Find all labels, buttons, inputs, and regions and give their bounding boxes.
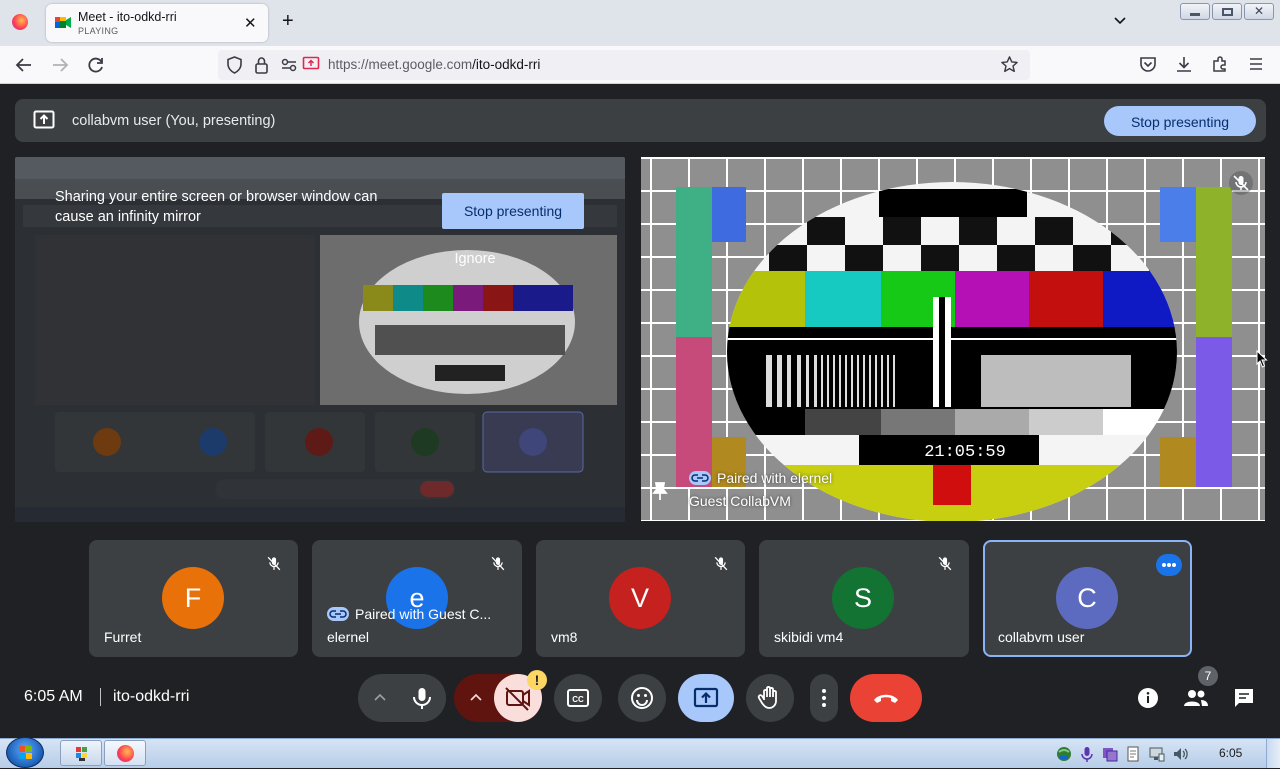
avatar: S xyxy=(832,567,894,629)
paired-link-icon xyxy=(327,607,349,621)
pocket-icon[interactable] xyxy=(1139,56,1157,73)
list-tabs-chevron-icon[interactable] xyxy=(1112,12,1128,28)
mirror-stop-presenting-button[interactable]: Stop presenting xyxy=(442,193,584,229)
camera-warning-icon: ! xyxy=(527,670,547,690)
tray-document-icon[interactable] xyxy=(1124,745,1142,763)
firefox-icon[interactable] xyxy=(12,14,28,30)
mouse-cursor-icon xyxy=(1256,350,1268,368)
lock-icon[interactable] xyxy=(254,56,269,74)
participant-tile-vm8[interactable]: V vm8 xyxy=(536,540,745,657)
presenter-video-tile: 21:05:59 Paired with elernel Guest Colla… xyxy=(641,157,1265,521)
participant-tile-collabvm-user[interactable]: C collabvm user xyxy=(983,540,1192,657)
show-desktop-button[interactable] xyxy=(1266,739,1280,768)
mirror-ignore-button[interactable]: Ignore xyxy=(435,247,515,271)
captions-button[interactable]: CC xyxy=(554,674,602,722)
tracking-shield-icon[interactable] xyxy=(226,56,243,74)
back-arrow-icon[interactable] xyxy=(14,55,34,75)
url-path: /ito-odkd-rri xyxy=(472,57,541,72)
participant-name: Furret xyxy=(104,629,142,645)
infinity-mirror-warning: Sharing your entire screen or browser wi… xyxy=(55,189,378,225)
tray-app-icon[interactable] xyxy=(1101,745,1119,763)
emoji-reactions-button[interactable] xyxy=(618,674,666,722)
more-options-dots-icon[interactable] xyxy=(1156,554,1182,576)
meet-favicon-icon xyxy=(55,15,72,30)
forward-arrow-icon[interactable] xyxy=(50,55,70,75)
presenter-paired-text: Paired with elernel xyxy=(717,470,833,486)
people-icon[interactable] xyxy=(1183,686,1209,710)
participant-tile-furret[interactable]: F Furret xyxy=(89,540,298,657)
meeting-time: 6:05 AM xyxy=(24,688,83,705)
start-button[interactable] xyxy=(6,737,44,768)
avatar: C xyxy=(1056,567,1118,629)
svg-text:CC: CC xyxy=(572,695,584,704)
taskbar-firefox-button[interactable] xyxy=(104,740,146,766)
mic-off-icon xyxy=(264,554,284,574)
permissions-icon[interactable] xyxy=(281,58,297,72)
url-text: https://meet.google.com/ito-odkd-rri xyxy=(328,57,540,72)
participant-name: collabvm user xyxy=(998,629,1085,645)
taskbar-app-colorful-icon[interactable] xyxy=(60,740,102,766)
menu-hamburger-icon[interactable] xyxy=(1248,57,1264,71)
microphone-button[interactable] xyxy=(398,674,446,722)
raise-hand-button[interactable] xyxy=(746,674,794,722)
avatar: V xyxy=(609,567,671,629)
presenter-mic-off-icon xyxy=(1229,171,1253,195)
self-screen-share-tile: Sharing your entire screen or browser wi… xyxy=(15,157,625,522)
meeting-details-info-icon[interactable] xyxy=(1136,686,1160,710)
window-restore-button[interactable] xyxy=(1212,3,1242,20)
window-close-button[interactable]: ✕ xyxy=(1244,3,1274,20)
test-card-clock: 21:05:59 xyxy=(924,443,1006,462)
tray-network-icon[interactable] xyxy=(1148,745,1166,763)
downloads-icon[interactable] xyxy=(1175,55,1193,73)
participant-name: skibidi vm4 xyxy=(774,629,844,645)
avatar: F xyxy=(162,567,224,629)
reload-icon[interactable] xyxy=(86,55,106,75)
chat-icon[interactable] xyxy=(1233,687,1255,709)
screen-sharing-icon[interactable] xyxy=(302,56,320,72)
participant-tile-skibidi-vm4[interactable]: S skibidi vm4 xyxy=(759,540,969,657)
meeting-code: ito-odkd-rri xyxy=(113,688,190,705)
mic-off-icon xyxy=(711,554,731,574)
mic-off-icon xyxy=(935,554,955,574)
leave-call-button[interactable] xyxy=(850,674,922,722)
participant-tile-elernel[interactable]: e Paired with Guest C... elernel xyxy=(312,540,522,657)
new-tab-button[interactable]: + xyxy=(282,10,294,33)
audio-settings-chevron-icon[interactable] xyxy=(372,690,388,706)
tray-network-globe-icon[interactable] xyxy=(1055,745,1073,763)
pin-icon[interactable] xyxy=(651,481,669,501)
stop-presenting-button[interactable]: Stop presenting xyxy=(1104,106,1256,136)
participant-name: vm8 xyxy=(551,629,578,645)
video-settings-chevron-icon[interactable] xyxy=(468,690,484,706)
paired-link-icon xyxy=(689,471,711,485)
tray-volume-icon[interactable] xyxy=(1172,745,1190,763)
url-host: https://meet.google.com xyxy=(328,57,473,72)
test-card-video: 21:05:59 xyxy=(641,157,1265,521)
tab-title: Meet - ito-odkd-rri xyxy=(78,10,177,24)
tab-playing-status: PLAYING xyxy=(78,26,119,36)
present-now-button[interactable] xyxy=(678,674,734,722)
more-options-button[interactable] xyxy=(810,674,838,722)
bookmark-star-icon[interactable] xyxy=(1000,55,1019,74)
mic-off-icon xyxy=(488,554,508,574)
taskbar-clock[interactable]: 6:05 xyxy=(1219,746,1242,760)
tray-microphone-icon[interactable] xyxy=(1078,745,1096,763)
extensions-icon[interactable] xyxy=(1211,55,1229,73)
present-screen-icon xyxy=(33,110,55,130)
divider xyxy=(100,688,101,706)
tab-close-icon[interactable]: ✕ xyxy=(244,14,257,32)
presenting-banner-text: collabvm user (You, presenting) xyxy=(72,113,276,129)
participant-paired-text: Paired with Guest C... xyxy=(355,606,492,622)
participant-name: elernel xyxy=(327,629,370,645)
tab-meet[interactable]: Meet - ito-odkd-rri PLAYING ✕ xyxy=(46,4,268,42)
window-minimize-button[interactable] xyxy=(1180,3,1210,20)
people-count-badge: 7 xyxy=(1198,666,1218,686)
presenter-name: Guest CollabVM xyxy=(689,493,791,509)
